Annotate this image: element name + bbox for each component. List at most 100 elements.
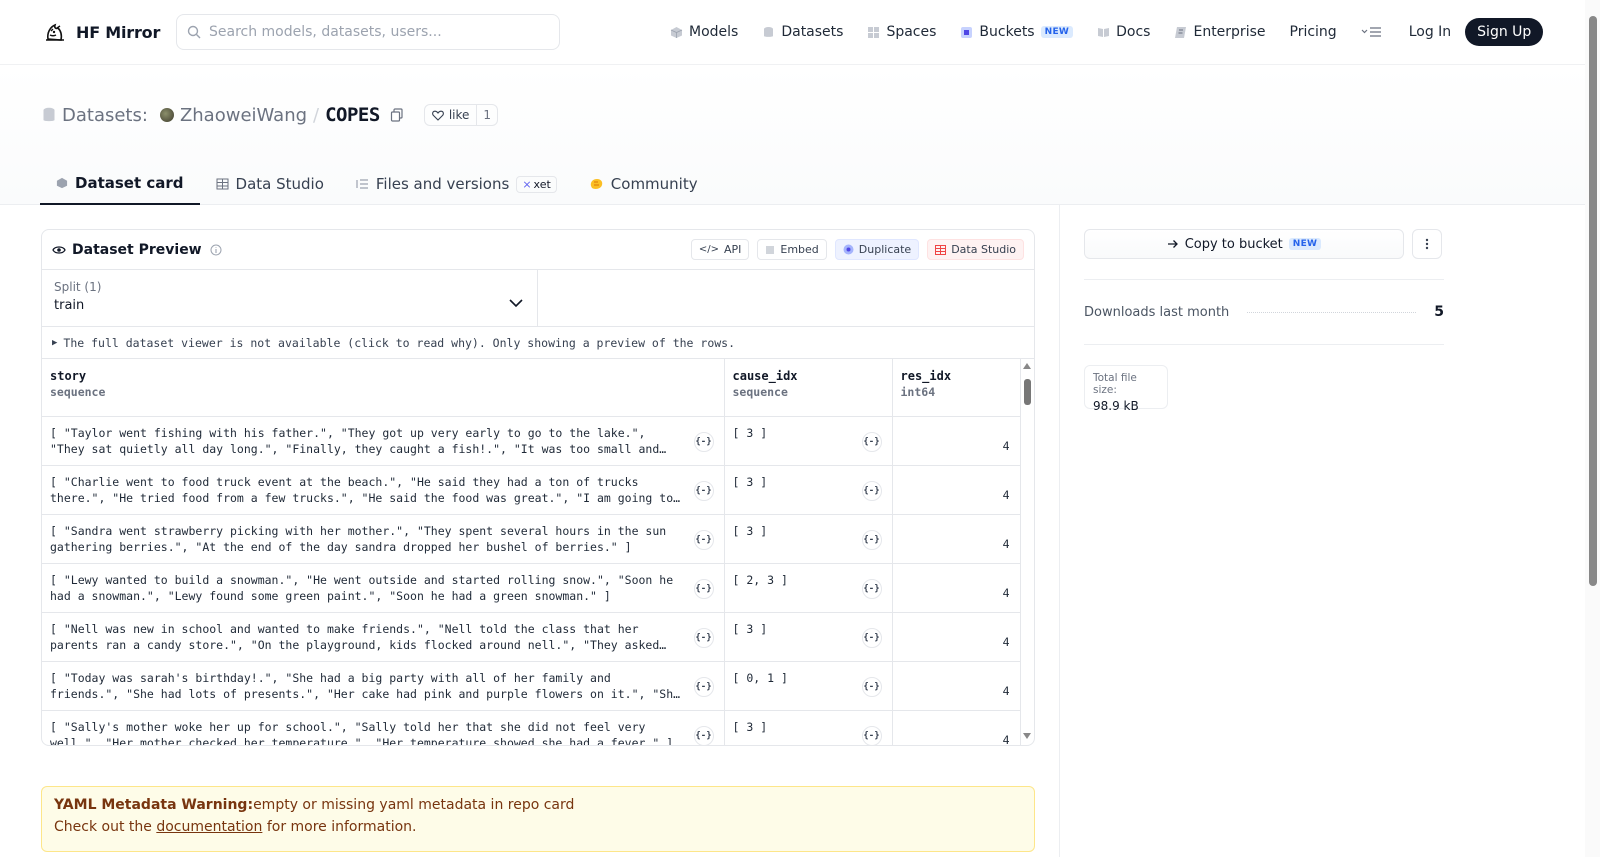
cause-cell[interactable]: [ 0, 1 ] {-}	[724, 661, 893, 711]
expand-json-button[interactable]: {-}	[861, 529, 882, 550]
story-cell[interactable]: [ "Taylor went fishing with his father."…	[42, 416, 725, 466]
data-studio-label: Data Studio	[951, 243, 1016, 256]
nav-buckets[interactable]: Buckets NEW	[960, 24, 1074, 40]
story-cell[interactable]: [ "Sally's mother woke her up for school…	[42, 710, 725, 745]
embed-button[interactable]: Embed	[757, 239, 827, 260]
res-cell[interactable]: 4	[892, 465, 1021, 515]
signup-button[interactable]: Sign Up	[1465, 18, 1544, 46]
cell-text: [ "Charlie went to food truck event at t…	[50, 474, 674, 505]
expand-json-button[interactable]: {-}	[861, 627, 882, 648]
table-icon	[935, 244, 947, 255]
expand-json-button[interactable]: {-}	[693, 627, 714, 648]
documentation-link[interactable]: documentation	[156, 819, 262, 835]
hf-mirror-logo-icon	[46, 23, 64, 41]
scroll-up-arrow-icon[interactable]	[1023, 363, 1031, 369]
story-cell[interactable]: [ "Lewy wanted to build a snowman.", "He…	[42, 563, 725, 613]
story-cell[interactable]: [ "Sandra went strawberry picking with h…	[42, 514, 725, 564]
expand-json-button[interactable]: {-}	[861, 578, 882, 599]
info-icon[interactable]	[210, 244, 222, 256]
downloads-stat: Downloads last month 5	[1084, 279, 1444, 345]
story-cell[interactable]: [ "Charlie went to food truck event at t…	[42, 465, 725, 515]
page-scroll-thumb[interactable]	[1589, 16, 1597, 586]
more-options-button[interactable]	[1412, 229, 1442, 259]
expand-json-button[interactable]: {-}	[861, 480, 882, 501]
cause-cell[interactable]: [ 3 ] {-}	[724, 710, 893, 745]
cause-cell[interactable]: [ 2, 3 ] {-}	[724, 563, 893, 613]
duplicate-button[interactable]: Duplicate	[834, 239, 920, 260]
nav-spaces[interactable]: Spaces	[867, 24, 936, 40]
copy-to-bucket-button[interactable]: Copy to bucket NEW	[1084, 229, 1404, 259]
cause-cell[interactable]: [ 3 ] {-}	[724, 416, 893, 466]
preview-header: Dataset Preview </> API Embed Duplicate	[42, 230, 1034, 270]
search-box[interactable]	[176, 14, 560, 50]
cause-cell[interactable]: [ 3 ] {-}	[724, 514, 893, 564]
story-cell[interactable]: [ "Today was sarah's birthday!.", "She h…	[42, 661, 725, 711]
more-menu-icon[interactable]	[1361, 25, 1383, 39]
data-studio-button[interactable]: Data Studio	[927, 239, 1024, 260]
expand-json-button[interactable]: {-}	[861, 676, 882, 697]
expand-json-button[interactable]: {-}	[693, 529, 714, 550]
like-button[interactable]: like 1	[423, 104, 499, 126]
enterprise-icon	[1175, 26, 1187, 38]
page-scrollbar[interactable]	[1585, 0, 1600, 857]
dotted-leader	[1247, 311, 1417, 313]
api-button[interactable]: </> API	[690, 239, 750, 260]
expand-json-button[interactable]: {-}	[693, 480, 714, 501]
tab-data-studio[interactable]: Data Studio	[200, 163, 340, 205]
column-header[interactable]: cause_idx sequence	[724, 359, 893, 417]
res-cell[interactable]: 4	[892, 563, 1021, 613]
nav-pricing[interactable]: Pricing	[1290, 24, 1337, 40]
res-cell[interactable]: 4	[892, 661, 1021, 711]
table-scrollbar[interactable]	[1020, 359, 1034, 745]
scroll-thumb[interactable]	[1024, 379, 1031, 405]
nav-enterprise[interactable]: Enterprise	[1174, 24, 1266, 40]
cause-cell[interactable]: [ 3 ] {-}	[724, 612, 893, 662]
nav-datasets-label: Datasets	[781, 24, 844, 40]
split-selector[interactable]: Split (1) train	[42, 270, 538, 326]
column-type: int64	[900, 385, 936, 399]
like-count[interactable]: 1	[477, 108, 497, 122]
nav-models[interactable]: Models	[670, 24, 738, 40]
expand-json-button[interactable]: {-}	[861, 431, 882, 452]
cause-cell[interactable]: [ 3 ] {-}	[724, 465, 893, 515]
split-row: Split (1) train	[42, 270, 1034, 327]
column-header[interactable]: story sequence	[42, 359, 725, 417]
kebab-menu-icon	[1425, 238, 1429, 250]
story-cell[interactable]: [ "Nell was new in school and wanted to …	[42, 612, 725, 662]
expand-json-button[interactable]: {-}	[693, 676, 714, 697]
res-cell[interactable]: 4	[892, 710, 1021, 745]
column-divider	[1059, 205, 1060, 857]
expand-json-button[interactable]: {-}	[693, 431, 714, 452]
tab-community[interactable]: Community	[573, 163, 714, 205]
table-row: [ "Sandra went strawberry picking with h…	[42, 514, 1021, 564]
viewer-notice[interactable]: ▶ The full dataset viewer is not availab…	[42, 327, 1034, 359]
expand-json-button[interactable]: {-}	[693, 725, 714, 745]
search-input[interactable]	[209, 24, 539, 40]
repo-name[interactable]: COPES	[325, 104, 380, 126]
expand-json-button[interactable]: {-}	[861, 725, 882, 745]
expand-json-button[interactable]: {-}	[693, 578, 714, 599]
grid-icon	[868, 26, 880, 38]
api-label: API	[723, 243, 742, 256]
scroll-down-arrow-icon[interactable]	[1023, 733, 1031, 739]
tab-dataset-card[interactable]: Dataset card	[40, 163, 200, 205]
repo-owner-link[interactable]: ZhaoweiWang	[180, 105, 307, 126]
tab-files-and-versions[interactable]: Files and versions ⨯ xet	[340, 163, 573, 205]
brand-logo[interactable]: HF Mirror	[42, 19, 160, 45]
copy-icon[interactable]	[390, 108, 404, 122]
res-cell[interactable]: 4	[892, 514, 1021, 564]
nav-docs[interactable]: Docs	[1097, 24, 1150, 40]
table-row: [ "Nell was new in school and wanted to …	[42, 612, 1021, 662]
database-icon	[764, 26, 774, 37]
nav-docs-label: Docs	[1116, 24, 1151, 40]
table-icon	[216, 178, 229, 190]
column-name: res_idx	[900, 369, 952, 383]
filesize-value: 98.9 kB	[1093, 399, 1139, 413]
res-cell[interactable]: 4	[892, 416, 1021, 466]
community-hand-icon	[590, 179, 603, 189]
nav-datasets[interactable]: Datasets	[762, 24, 843, 40]
login-link[interactable]: Log In	[1409, 24, 1451, 40]
res-cell[interactable]: 4	[892, 612, 1021, 662]
column-header[interactable]: res_idx int64	[892, 359, 1021, 417]
copy-row: Copy to bucket NEW	[1084, 229, 1444, 259]
